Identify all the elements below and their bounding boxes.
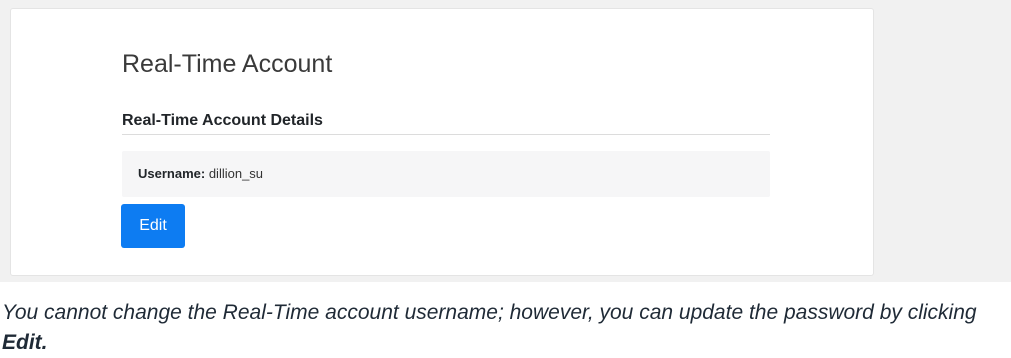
page-title: Real-Time Account: [122, 50, 333, 78]
instruction-caption: You cannot change the Real-Time account …: [2, 298, 1002, 358]
section-divider: [122, 134, 770, 135]
account-card: Real-Time Account Real-Time Account Deta…: [10, 8, 874, 276]
caption-text: You cannot change the Real-Time account …: [2, 301, 977, 324]
username-label: Username:: [138, 166, 206, 181]
username-row: Username: dillion_su: [138, 166, 263, 182]
edit-button[interactable]: Edit: [121, 204, 185, 248]
account-details-box: Username: dillion_su: [122, 151, 770, 197]
section-title: Real-Time Account Details: [122, 112, 323, 129]
caption-emphasis: Edit.: [2, 331, 48, 354]
username-value: dillion_su: [208, 166, 264, 181]
